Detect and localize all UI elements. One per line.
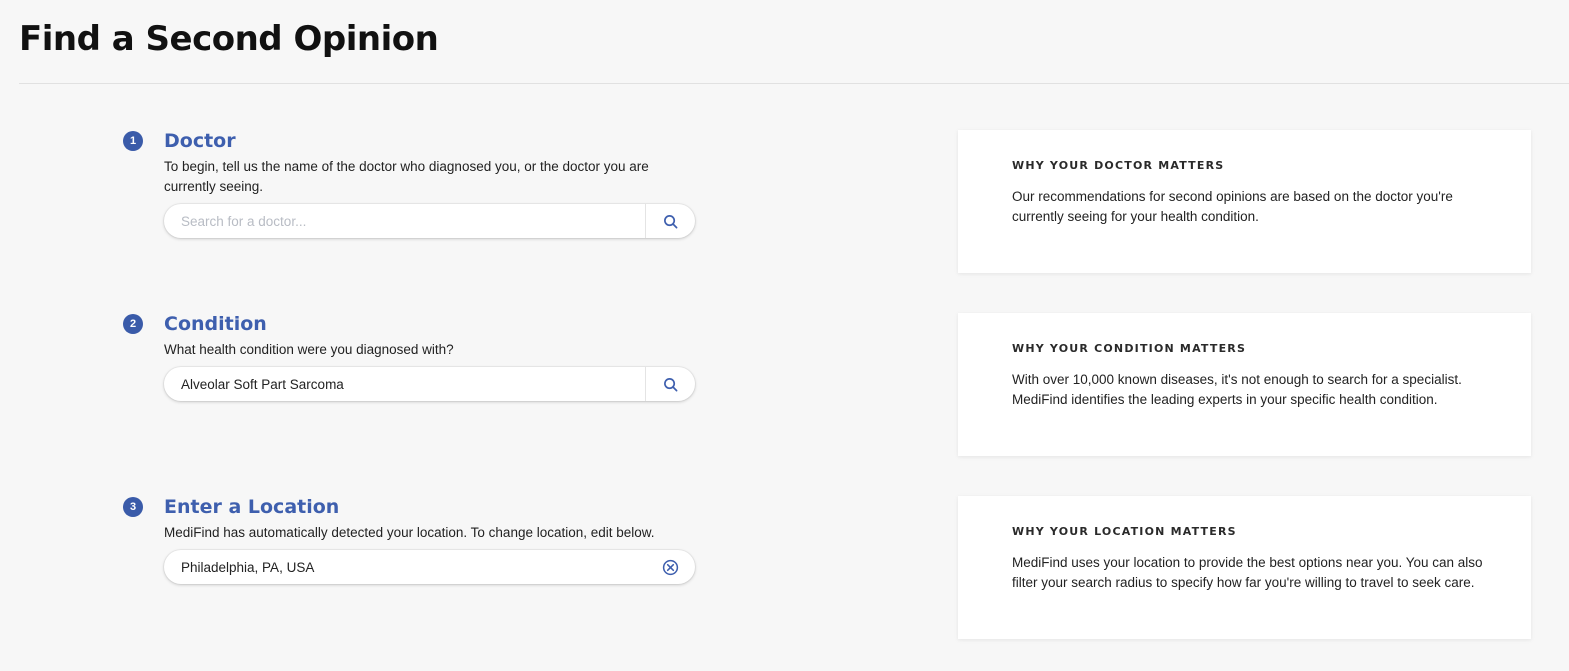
step-description: What health condition were you diagnosed… bbox=[164, 342, 454, 357]
info-card-doctor: WHY YOUR DOCTOR MATTERS Our recommendati… bbox=[958, 130, 1531, 273]
condition-search-input[interactable] bbox=[164, 367, 645, 401]
page: Find a Second Opinion 1 Doctor To begin,… bbox=[0, 0, 1569, 671]
step-title: Doctor bbox=[164, 130, 236, 152]
info-card-location: WHY YOUR LOCATION MATTERS MediFind uses … bbox=[958, 496, 1531, 639]
info-card-body: With over 10,000 known diseases, it's no… bbox=[1012, 372, 1462, 407]
location-input[interactable] bbox=[164, 550, 645, 584]
doctor-search-input[interactable] bbox=[164, 204, 645, 238]
info-card-heading: WHY YOUR CONDITION MATTERS bbox=[1012, 342, 1247, 355]
header-divider bbox=[19, 83, 1569, 84]
condition-search-button[interactable] bbox=[645, 367, 695, 401]
page-title: Find a Second Opinion bbox=[19, 19, 439, 59]
step-title: Condition bbox=[164, 313, 267, 335]
clear-location-button[interactable] bbox=[645, 550, 695, 584]
step-number-badge: 2 bbox=[123, 314, 143, 334]
info-card-body: MediFind uses your location to provide t… bbox=[1012, 555, 1483, 590]
clear-circle-icon bbox=[662, 559, 678, 575]
search-icon bbox=[664, 377, 678, 391]
step-number-badge: 1 bbox=[123, 131, 143, 151]
info-card-heading: WHY YOUR LOCATION MATTERS bbox=[1012, 525, 1237, 538]
step-number-badge: 3 bbox=[123, 497, 143, 517]
search-icon bbox=[664, 214, 678, 228]
doctor-search-button[interactable] bbox=[645, 204, 695, 238]
step-title: Enter a Location bbox=[164, 496, 340, 518]
info-card-body: Our recommendations for second opinions … bbox=[1012, 189, 1453, 224]
doctor-search-field bbox=[164, 204, 695, 238]
step-description: To begin, tell us the name of the doctor… bbox=[164, 159, 649, 194]
info-card-condition: WHY YOUR CONDITION MATTERS With over 10,… bbox=[958, 313, 1531, 456]
location-field bbox=[164, 550, 695, 584]
condition-search-field bbox=[164, 367, 695, 401]
info-card-heading: WHY YOUR DOCTOR MATTERS bbox=[1012, 159, 1225, 172]
step-description: MediFind has automatically detected your… bbox=[164, 525, 655, 540]
